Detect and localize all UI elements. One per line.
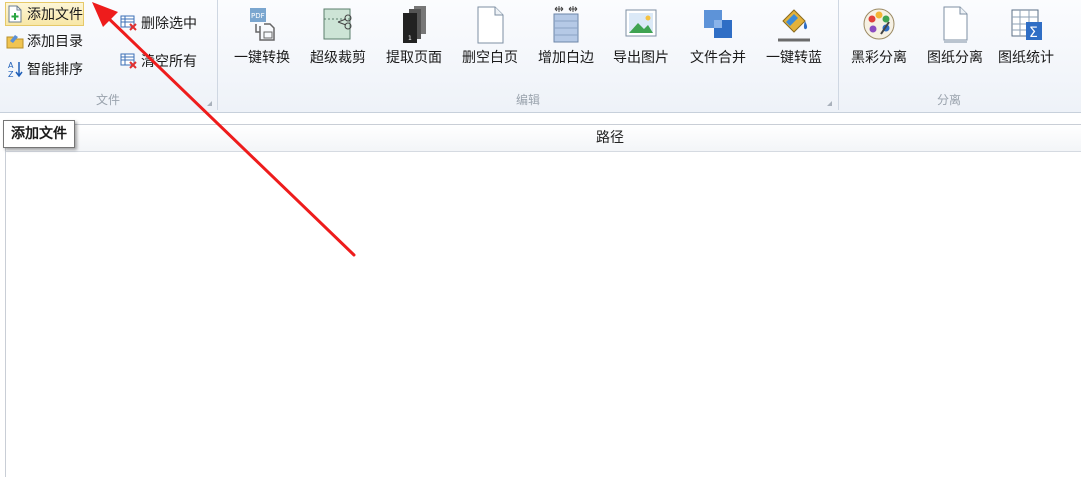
super-crop-button[interactable]: 超级裁剪 <box>302 0 374 86</box>
file-group-launcher-icon[interactable] <box>207 101 212 106</box>
one-click-convert-label: 一键转换 <box>234 50 290 66</box>
path-column-label: 路径 <box>596 130 624 146</box>
file-group-label: 文件 <box>95 93 120 107</box>
delete-selected-icon <box>120 14 138 32</box>
add-margin-icon <box>546 4 586 44</box>
svg-text:A: A <box>8 61 14 70</box>
edit-group-launcher-icon[interactable] <box>827 101 832 106</box>
svg-text:1: 1 <box>408 35 412 42</box>
add-file-label: 添加文件 <box>27 7 83 23</box>
sort-az-icon: AZ <box>6 60 24 78</box>
add-folder-icon <box>6 32 24 50</box>
smart-sort-label: 智能排序 <box>27 62 83 78</box>
add-folder-button[interactable]: 添加目录 <box>6 30 83 52</box>
add-margin-button[interactable]: 增加白边 <box>530 0 602 86</box>
add-file-icon <box>6 5 24 23</box>
merge-files-button[interactable]: 文件合并 <box>682 0 754 86</box>
export-image-icon <box>621 4 661 44</box>
ribbon: 添加文件 添加目录 AZ 智能排序 删除选中 清空所有 文件 PDF 一键转换 <box>0 0 1081 113</box>
svg-text:Z: Z <box>8 70 14 78</box>
crop-scissors-icon <box>318 4 358 44</box>
extract-pages-button[interactable]: 1 提取页面 <box>378 0 450 86</box>
extract-pages-icon: 1 <box>394 4 434 44</box>
merge-files-icon <box>698 4 738 44</box>
drawing-statistics-label: 图纸统计 <box>998 50 1054 66</box>
sum-table-icon: Σ <box>1006 4 1046 44</box>
clear-all-button[interactable]: 清空所有 <box>120 50 197 72</box>
smart-sort-button[interactable]: AZ 智能排序 <box>6 58 83 80</box>
separate-group-label: 分离 <box>936 93 961 107</box>
one-click-to-blue-label: 一键转蓝 <box>766 50 822 66</box>
svg-text:PDF: PDF <box>251 12 265 20</box>
extract-pages-label: 提取页面 <box>386 50 442 66</box>
list-header: 路径 <box>6 125 1081 152</box>
clear-all-icon <box>120 52 138 70</box>
pdf-convert-icon: PDF <box>242 4 282 44</box>
delete-selected-button[interactable]: 删除选中 <box>120 12 197 34</box>
drawing-page-icon <box>935 4 975 44</box>
one-click-to-blue-button[interactable]: 一键转蓝 <box>758 0 830 86</box>
color-palette-icon <box>859 4 899 44</box>
tooltip: 添加文件 <box>3 120 75 148</box>
add-folder-label: 添加目录 <box>27 34 83 50</box>
add-margin-label: 增加白边 <box>538 50 594 66</box>
clear-all-label: 清空所有 <box>141 54 197 70</box>
add-file-button[interactable]: 添加文件 <box>5 2 84 26</box>
black-color-separate-button[interactable]: 黑彩分离 <box>843 0 915 86</box>
delete-selected-label: 删除选中 <box>141 16 197 32</box>
drawing-separate-button[interactable]: 图纸分离 <box>919 0 991 86</box>
svg-text:Σ: Σ <box>1029 25 1038 41</box>
path-column-header[interactable]: 路径 <box>6 125 1081 151</box>
drawing-statistics-button[interactable]: Σ 图纸统计 <box>990 0 1062 86</box>
export-image-label: 导出图片 <box>613 50 669 66</box>
file-list[interactable]: 路径 <box>5 124 1081 477</box>
one-click-convert-button[interactable]: PDF 一键转换 <box>226 0 298 86</box>
blank-page-icon <box>470 4 510 44</box>
merge-files-label: 文件合并 <box>690 50 746 66</box>
paint-bucket-icon <box>774 4 814 44</box>
super-crop-label: 超级裁剪 <box>310 50 366 66</box>
edit-group-label: 编辑 <box>515 93 540 107</box>
delete-blank-pages-button[interactable]: 删空白页 <box>454 0 526 86</box>
delete-blank-pages-label: 删空白页 <box>462 50 518 66</box>
black-color-separate-label: 黑彩分离 <box>851 50 907 66</box>
export-image-button[interactable]: 导出图片 <box>605 0 677 86</box>
